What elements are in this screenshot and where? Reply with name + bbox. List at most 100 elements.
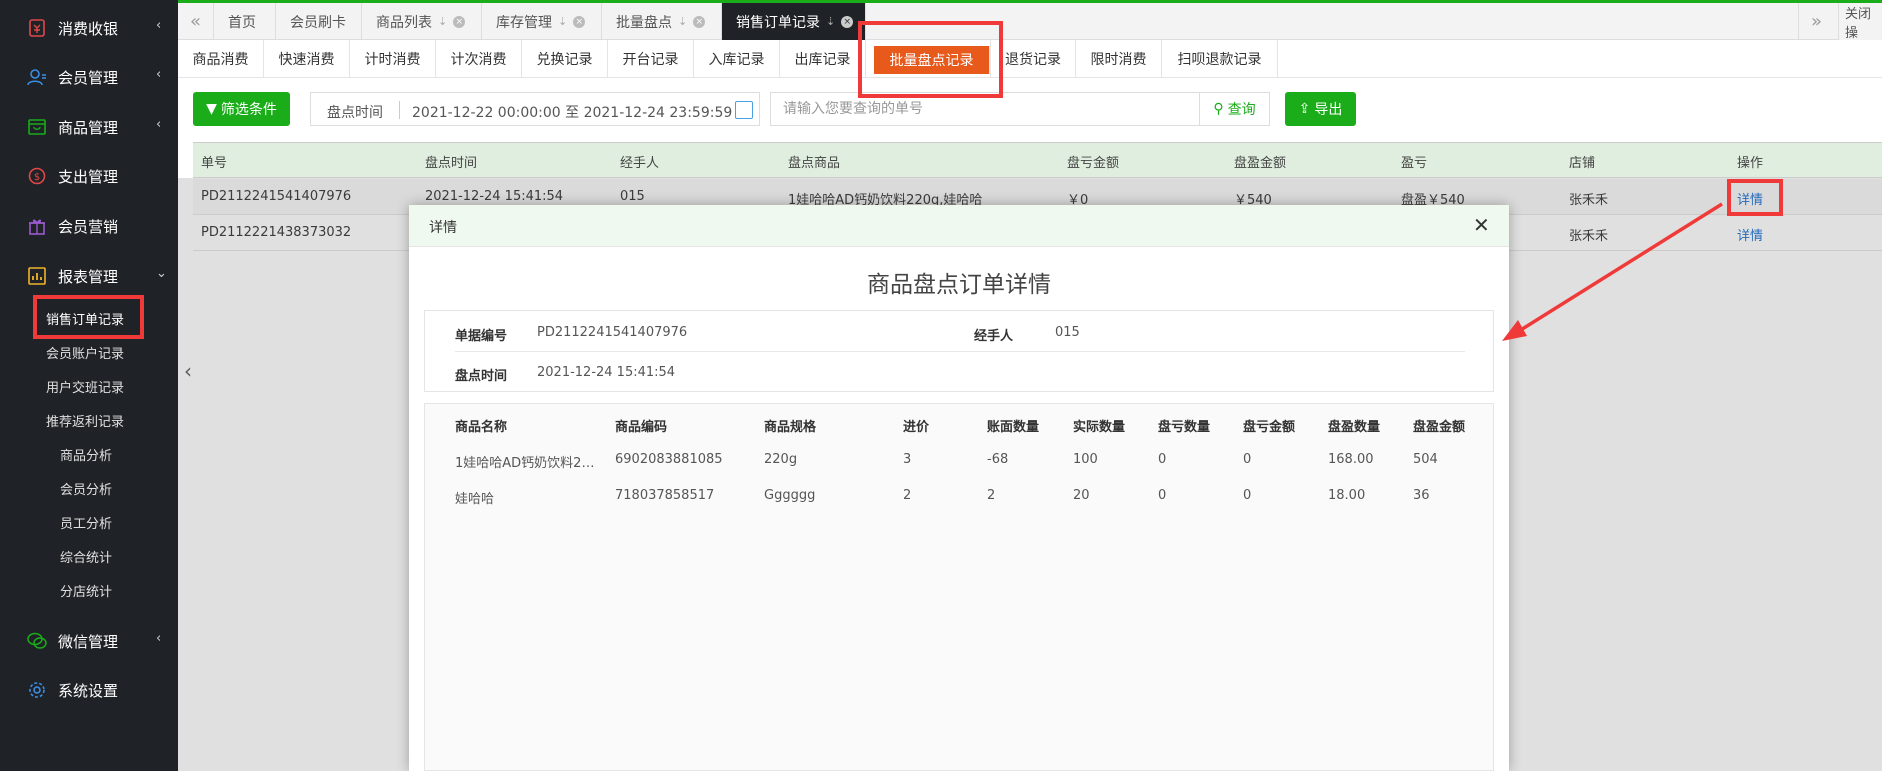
chevron-left-icon: ‹ — [156, 18, 162, 33]
nav-item-member[interactable]: 会员管理 ‹ — [0, 52, 178, 101]
annotation-box-sidebar — [33, 295, 144, 339]
tab-batch-stocktake[interactable]: 批量盘点 ⇣ × — [602, 3, 722, 40]
tab-label: 首页 — [228, 14, 256, 31]
nav-item-marketing[interactable]: 会员营销 — [0, 201, 178, 250]
pin-icon[interactable]: ⇣ — [438, 15, 447, 28]
annotation-box-detail — [1727, 179, 1783, 216]
tab-label: 库存管理 — [496, 14, 552, 31]
col-goods-spec: 商品规格 — [764, 420, 817, 435]
nav-label: 消费收银 — [58, 20, 119, 38]
tab-label: 商品列表 — [376, 14, 432, 31]
export-icon: ⇪ — [1298, 101, 1311, 117]
nav-label: 微信管理 — [58, 633, 119, 651]
divider — [399, 101, 400, 119]
col-gain-qty: 盘盈数量 — [1328, 420, 1381, 435]
export-button[interactable]: ⇪ 导出 — [1285, 92, 1356, 126]
divider — [455, 351, 1465, 352]
modal-header-title: 详情 — [429, 220, 457, 236]
col-goods: 盘点商品 — [788, 156, 841, 171]
subtab-count-consume[interactable]: 计次消费 — [436, 40, 522, 78]
item-book-qty: 2 — [987, 488, 996, 503]
tab-scroll-left-icon[interactable]: « — [178, 3, 214, 40]
subtab-quick-consume[interactable]: 快速消费 — [264, 40, 350, 78]
modal-title: 商品盘点订单详情 — [867, 272, 1051, 298]
nav-item-goods[interactable]: 商品管理 ‹ — [0, 102, 178, 151]
pin-icon[interactable]: ⇣ — [558, 15, 567, 28]
sidebar-sub-goods-analysis[interactable]: 商品分析 — [60, 445, 112, 464]
record-type-tabs: 商品消费 快速消费 计时消费 计次消费 兑换记录 开台记录 入库记录 出库记录 … — [178, 40, 1882, 78]
order-no-value: PD2112241541407976 — [537, 325, 688, 340]
search-icon: ⚲ — [1213, 101, 1224, 117]
close-icon[interactable]: × — [573, 15, 586, 28]
annotation-box-subtab — [858, 21, 1003, 98]
date-range-field[interactable]: 盘点时间 2021-12-22 00:00:00 至 2021-12-24 23… — [310, 92, 760, 126]
col-handler: 经手人 — [620, 156, 660, 171]
sidebar-sub-member-account[interactable]: 会员账户记录 — [46, 343, 124, 362]
pin-icon[interactable]: ⇣ — [678, 15, 687, 28]
wechat-icon — [26, 630, 48, 652]
sidebar-sub-rebate[interactable]: 推荐返利记录 — [46, 411, 124, 430]
subtab-refund-record[interactable]: 扫呗退款记录 — [1162, 40, 1278, 78]
order-info-panel: 单据编号 PD2112241541407976 经手人 015 盘点时间 202… — [424, 310, 1494, 392]
subtab-table-open[interactable]: 开台记录 — [608, 40, 694, 78]
col-actual-qty: 实际数量 — [1073, 420, 1126, 435]
svg-text:$: $ — [34, 172, 40, 183]
nav-label: 会员营销 — [58, 218, 119, 236]
export-button-label: 导出 — [1314, 102, 1343, 118]
tab-member-card[interactable]: 会员刷卡 — [276, 3, 362, 40]
item-actual-qty: 20 — [1073, 488, 1090, 503]
nav-item-wechat[interactable]: 微信管理 ‹ — [0, 616, 178, 665]
close-operation-menu[interactable]: 关闭操 — [1838, 3, 1882, 41]
tab-label: 销售订单记录 — [736, 14, 820, 31]
item-loss-qty: 0 — [1158, 452, 1167, 467]
nav-label: 报表管理 — [58, 268, 119, 286]
chevron-left-icon: ‹ — [156, 631, 162, 646]
goods-icon — [26, 116, 48, 138]
tab-home[interactable]: 首页 — [214, 3, 276, 40]
tab-inventory[interactable]: 库存管理 ⇣ × — [482, 3, 602, 40]
sidebar-sub-staff-analysis[interactable]: 员工分析 — [60, 513, 112, 532]
search-button[interactable]: ⚲ 查询 — [1199, 93, 1269, 125]
tab-scroll-right-icon[interactable]: » — [1798, 3, 1834, 40]
col-loss-amount: 盘亏金额 — [1067, 156, 1120, 171]
item-cost: 2 — [903, 488, 912, 503]
close-icon[interactable]: × — [693, 15, 706, 28]
items-table: 商品名称 商品编码 商品规格 进价 账面数量 实际数量 盘亏数量 盘亏金额 盘盈… — [424, 403, 1494, 771]
search-button-label: 查询 — [1227, 102, 1256, 118]
item-gain-amount: 504 — [1413, 452, 1438, 467]
filter-button[interactable]: ▼ 筛选条件 — [193, 92, 290, 126]
subtab-stock-in[interactable]: 入库记录 — [694, 40, 780, 78]
nav-item-report[interactable]: 报表管理 ⌄ — [0, 251, 178, 300]
sidebar-sub-shift[interactable]: 用户交班记录 — [46, 377, 124, 396]
subtab-timed-consume[interactable]: 计时消费 — [350, 40, 436, 78]
date-range-label: 盘点时间 — [327, 105, 383, 121]
subtab-limited-consume[interactable]: 限时消费 — [1076, 40, 1162, 78]
tab-label: 会员刷卡 — [290, 14, 346, 31]
tab-sales-order[interactable]: 销售订单记录 ⇣ × — [722, 3, 866, 40]
subtab-exchange[interactable]: 兑换记录 — [522, 40, 608, 78]
col-shop: 店铺 — [1569, 156, 1596, 171]
calendar-icon[interactable] — [735, 101, 753, 119]
sidebar-sub-branch-stats[interactable]: 分店统计 — [60, 581, 112, 600]
item-gain-qty: 168.00 — [1328, 452, 1374, 467]
stocktake-time-label: 盘点时间 — [455, 369, 508, 384]
nav-item-cashier[interactable]: 消费收银 ‹ — [0, 3, 178, 52]
date-range-value[interactable]: 2021-12-22 00:00:00 至 2021-12-24 23:59:5… — [412, 102, 732, 122]
nav-item-expense[interactable]: $ 支出管理 — [0, 151, 178, 200]
sidebar-sub-overall-stats[interactable]: 综合统计 — [60, 547, 112, 566]
tab-goods-list[interactable]: 商品列表 ⇣ × — [362, 3, 482, 40]
subtab-stock-out[interactable]: 出库记录 — [780, 40, 866, 78]
nav-label: 支出管理 — [58, 168, 119, 186]
sidebar: 消费收银 ‹ 会员管理 ‹ 商品管理 ‹ $ 支出管理 会员营销 报表管理 ⌄ … — [0, 0, 178, 771]
item-cost: 3 — [903, 452, 912, 467]
nav-item-settings[interactable]: 系统设置 — [0, 665, 178, 714]
close-icon[interactable]: ✕ — [1473, 213, 1490, 237]
close-icon[interactable]: × — [841, 15, 854, 28]
gift-icon — [26, 215, 48, 237]
sidebar-sub-member-analysis[interactable]: 会员分析 — [60, 479, 112, 498]
col-order-no: 单号 — [201, 156, 228, 171]
pin-icon[interactable]: ⇣ — [826, 15, 835, 28]
close-icon[interactable]: × — [453, 15, 466, 28]
subtab-goods-consume[interactable]: 商品消费 — [178, 40, 264, 78]
nav-label: 商品管理 — [58, 119, 119, 137]
